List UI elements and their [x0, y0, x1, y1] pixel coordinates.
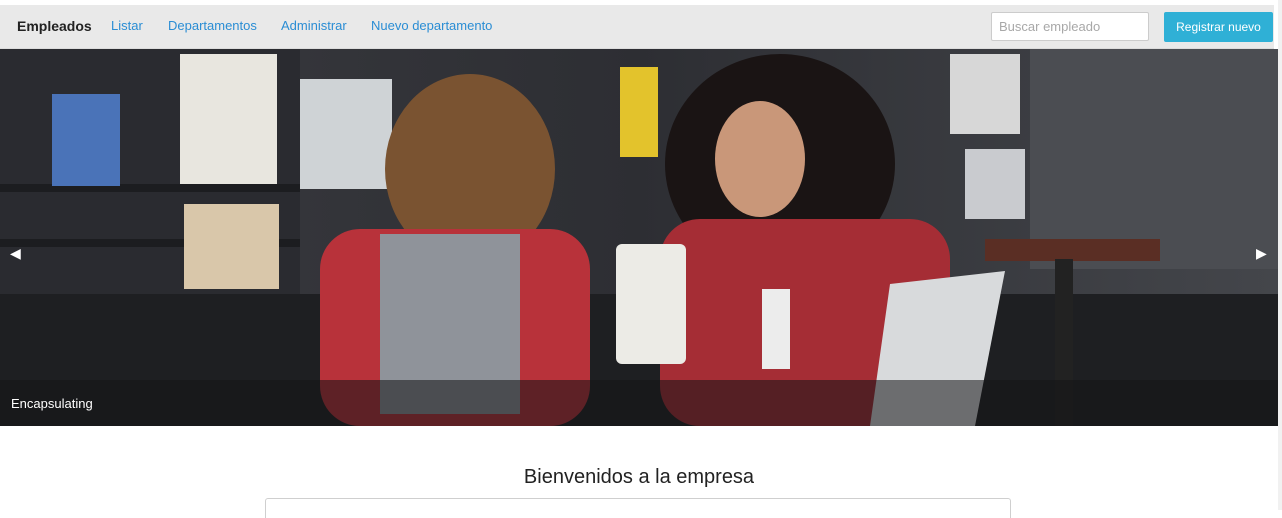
carousel-caption: Encapsulating	[11, 396, 93, 411]
nav-link-departamentos[interactable]: Departamentos	[168, 18, 257, 33]
navbar: Empleados Listar Departamentos Administr…	[0, 5, 1274, 49]
nav-link-nuevo-departamento[interactable]: Nuevo departamento	[371, 18, 492, 33]
nav-link-listar[interactable]: Listar	[111, 18, 143, 33]
welcome-title: Bienvenidos a la empresa	[523, 466, 755, 488]
nav-link-administrar[interactable]: Administrar	[281, 18, 347, 33]
caption-background	[0, 380, 1278, 426]
carousel: Encapsulating ◀ ▶	[0, 49, 1278, 426]
register-new-button[interactable]: Registrar nuevo	[1164, 12, 1273, 42]
search-input[interactable]	[991, 12, 1149, 41]
navbar-brand[interactable]: Empleados	[17, 18, 92, 34]
carousel-image	[0, 49, 1278, 426]
scrollbar[interactable]	[1278, 0, 1282, 510]
carousel-prev-arrow-icon[interactable]: ◀	[10, 246, 21, 260]
carousel-next-arrow-icon[interactable]: ▶	[1256, 246, 1267, 260]
content-panel	[265, 498, 1011, 518]
